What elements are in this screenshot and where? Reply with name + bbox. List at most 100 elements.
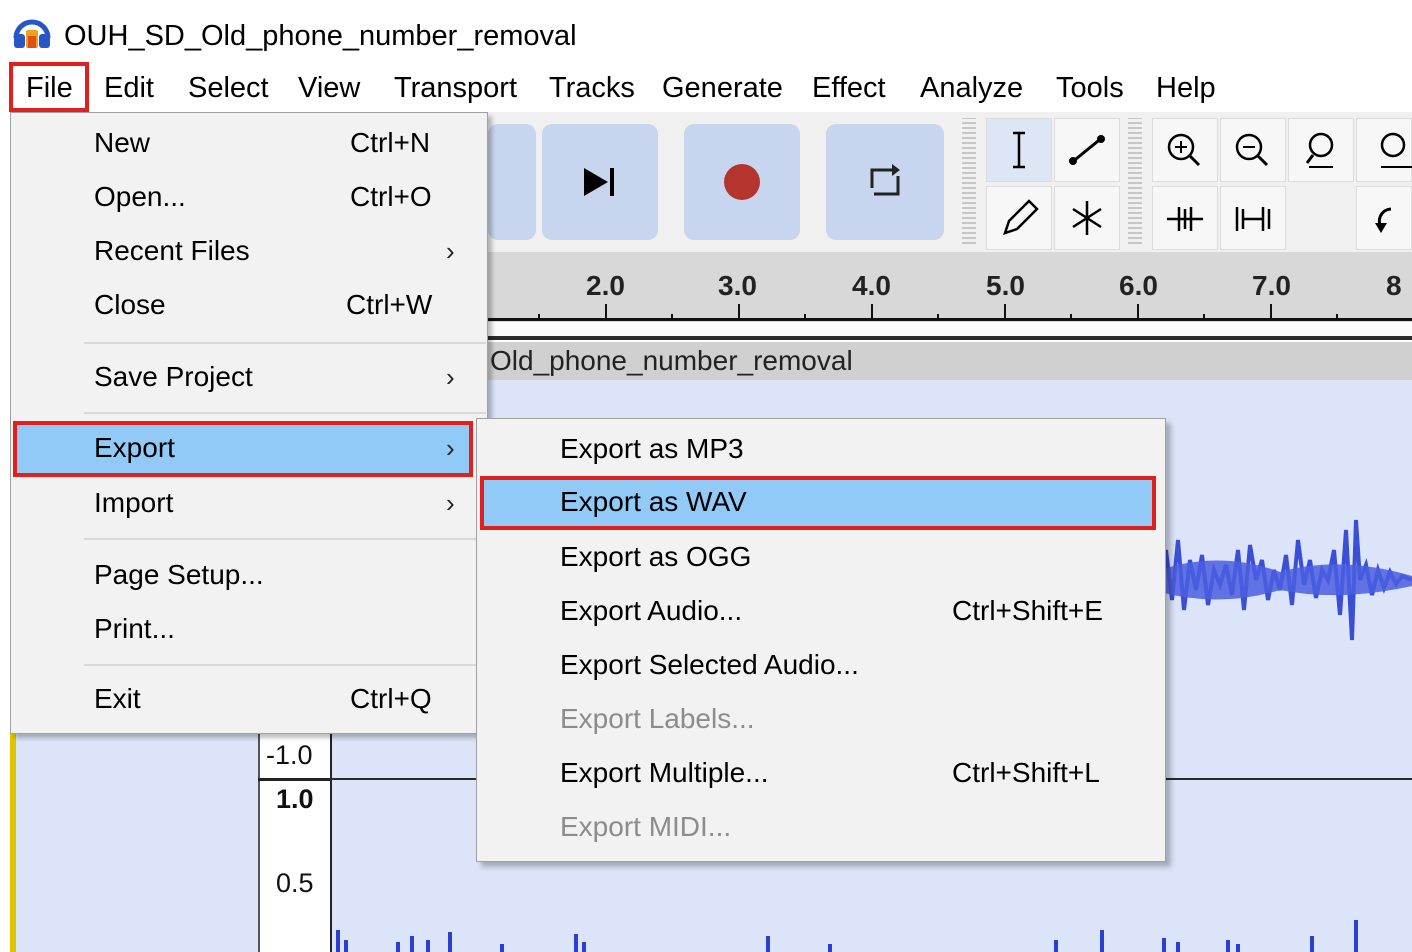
ruler-label: 4.0: [852, 270, 891, 301]
ruler-baseline: [488, 318, 1412, 321]
menu-separator: [84, 664, 476, 666]
menu-item-page-setup[interactable]: Page Setup...: [10, 556, 476, 596]
headphones-icon: [13, 19, 51, 48]
menu-item-open[interactable]: Open... Ctrl+O: [10, 178, 486, 218]
menu-item-label: Print...: [94, 613, 175, 644]
zoom-out-icon: [1235, 133, 1269, 167]
trim-audio-icon: [1167, 207, 1203, 231]
draw-tool[interactable]: [986, 186, 1052, 250]
ruler-label: 3.0: [718, 270, 757, 301]
ruler-label: 2.0: [586, 270, 625, 301]
menu-item-label: Export as MP3: [560, 433, 744, 464]
menu-item-label: Export as OGG: [560, 541, 752, 572]
envelope-tool-icon: [1069, 135, 1105, 165]
menu-item-export-ogg[interactable]: Export as OGG: [476, 538, 1162, 578]
menu-tools[interactable]: Tools: [1056, 68, 1124, 108]
silence-audio-icon: [1235, 207, 1271, 231]
menu-item-export-mp3[interactable]: Export as MP3: [476, 430, 1162, 470]
menu-item-import[interactable]: Import ›: [10, 484, 476, 524]
menu-item-export-audio[interactable]: Export Audio... Ctrl+Shift+E: [476, 592, 1162, 632]
envelope-tool[interactable]: [1054, 118, 1120, 182]
menu-item-label: Export Selected Audio...: [560, 649, 859, 680]
scale-label: 0.5: [276, 868, 314, 898]
zoom-out-button[interactable]: [1220, 118, 1286, 182]
menu-item-export-multiple[interactable]: Export Multiple... Ctrl+Shift+L: [476, 754, 1162, 794]
menu-item-label: Export Labels...: [560, 703, 755, 734]
toolbar-grip-2[interactable]: [1128, 118, 1142, 244]
menu-item-export-labels: Export Labels...: [476, 700, 1162, 740]
menu-tracks[interactable]: Tracks: [549, 68, 635, 108]
menu-item-export-selected-audio[interactable]: Export Selected Audio...: [476, 646, 1162, 686]
menu-separator: [84, 538, 476, 540]
menu-item-print[interactable]: Print...: [10, 610, 476, 650]
ruler-label: 6.0: [1119, 270, 1158, 301]
scale-label: 1.0: [276, 784, 314, 814]
menu-item-label: Recent Files: [94, 235, 250, 266]
menu-item-label: Import: [94, 487, 174, 518]
zoom-in-button[interactable]: [1152, 118, 1218, 182]
menu-item-label: Save Project: [94, 361, 253, 392]
fit-selection-button[interactable]: [1288, 118, 1354, 182]
loop-button[interactable]: [826, 124, 944, 240]
submenu-arrow-icon: ›: [446, 488, 455, 518]
menu-effect[interactable]: Effect: [812, 68, 886, 108]
ruler-label: 5.0: [986, 270, 1025, 301]
fit-project-button[interactable]: [1356, 118, 1412, 182]
menu-item-label: Close: [94, 289, 166, 320]
selection-tool-icon: [1013, 131, 1025, 169]
menu-edit[interactable]: Edit: [104, 68, 154, 108]
ruler-label: 8: [1386, 270, 1402, 301]
menu-item-shortcut: Ctrl+O: [350, 181, 432, 212]
track-control-panel[interactable]: [10, 730, 258, 952]
track-name: Old_phone_number_removal: [490, 345, 853, 376]
silence-audio-button[interactable]: [1220, 186, 1286, 250]
ruler-ticks: [538, 304, 1338, 320]
menu-item-shortcut: Ctrl+Q: [350, 683, 432, 714]
ruler-scrub-bar[interactable]: [488, 322, 1412, 340]
menu-item-recent-files[interactable]: Recent Files ›: [10, 232, 486, 272]
multi-tool[interactable]: [1054, 186, 1120, 250]
menu-item-new[interactable]: New Ctrl+N: [10, 124, 486, 164]
skip-to-end-icon: [584, 168, 614, 196]
waveform-lower: [336, 920, 1358, 952]
menu-item-exit[interactable]: Exit Ctrl+Q: [10, 680, 476, 720]
trim-audio-button[interactable]: [1152, 186, 1218, 250]
menu-transport[interactable]: Transport: [394, 68, 517, 108]
toolbar-grip[interactable]: [962, 118, 976, 244]
submenu-arrow-icon: ›: [446, 236, 455, 266]
menu-item-shortcut: Ctrl+W: [346, 289, 433, 320]
menu-view[interactable]: View: [298, 68, 360, 108]
menu-analyze[interactable]: Analyze: [920, 68, 1023, 108]
ruler-label: 7.0: [1252, 270, 1291, 301]
menu-item-label: Page Setup...: [94, 559, 264, 590]
menu-item-label: New: [94, 127, 151, 158]
record-button[interactable]: [684, 124, 800, 240]
menu-help[interactable]: Help: [1156, 68, 1216, 108]
menu-item-label: Exit: [94, 683, 141, 714]
menu-item-shortcut: Ctrl+Shift+L: [952, 757, 1100, 788]
menu-item-close[interactable]: Close Ctrl+W: [10, 286, 486, 326]
play-button[interactable]: [488, 124, 536, 240]
export-wav-annotation-box: [480, 476, 1156, 530]
waveform: [1160, 519, 1412, 641]
menu-separator: [84, 412, 486, 414]
export-annotation-box: [13, 421, 473, 477]
menu-generate[interactable]: Generate: [662, 68, 783, 108]
fit-selection-icon: [1305, 132, 1334, 168]
menu-item-shortcut: Ctrl+N: [350, 127, 431, 158]
menu-select[interactable]: Select: [188, 68, 269, 108]
skip-to-end-button[interactable]: [542, 124, 658, 240]
window-title: OUH_SD_Old_phone_number_removal: [64, 20, 577, 52]
draw-tool-icon: [1003, 199, 1039, 235]
selection-tool[interactable]: [986, 118, 1052, 182]
multi-tool-icon: [1072, 201, 1102, 235]
loop-icon: [870, 164, 900, 196]
track-divider: [258, 778, 332, 781]
menu-item-save-project[interactable]: Save Project ›: [10, 358, 486, 398]
menu-item-export-midi: Export MIDI...: [476, 808, 1162, 848]
menu-item-label: Open...: [94, 181, 186, 212]
menu-item-label: Export Audio...: [560, 595, 743, 626]
submenu-arrow-icon: ›: [446, 362, 455, 392]
menu-item-shortcut: Ctrl+Shift+E: [952, 595, 1103, 626]
undo-button[interactable]: [1356, 186, 1412, 250]
